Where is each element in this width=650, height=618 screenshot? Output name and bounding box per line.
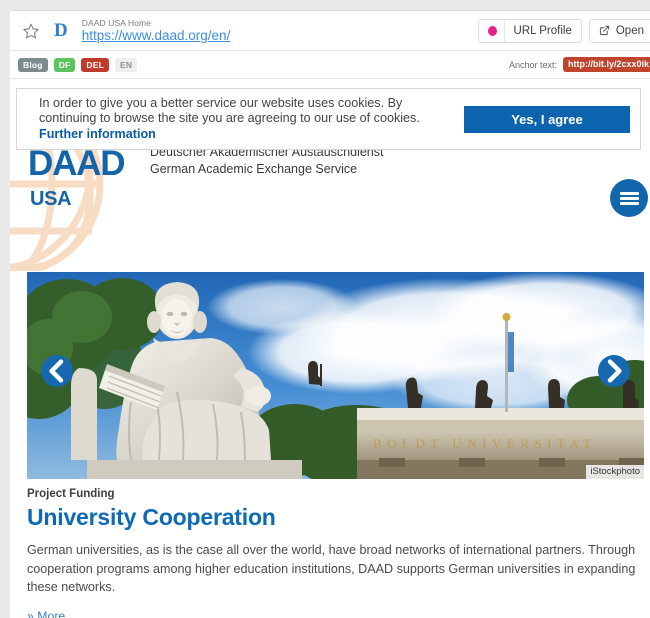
url-profile-label: URL Profile xyxy=(513,24,572,37)
profile-dot-icon xyxy=(488,25,498,36)
button-divider xyxy=(504,19,506,42)
open-button[interactable]: Open xyxy=(588,18,650,43)
top-spacer xyxy=(0,0,650,10)
hero-image: BOLDT UNIVERSITAT xyxy=(27,272,644,479)
daad-country-label: USA xyxy=(30,188,72,210)
tag-df[interactable]: DF xyxy=(53,57,76,72)
anchor-text-label: Anchor text: xyxy=(508,59,557,70)
open-label: Open xyxy=(615,24,644,37)
url-profile-button[interactable]: URL Profile xyxy=(478,18,582,43)
page-viewport: In order to give you a better service ou… xyxy=(10,79,650,618)
url-actions: URL Profile Open xyxy=(478,18,650,43)
tag-bar: Blog DF DEL EN Anchor text: http://bit.l… xyxy=(10,51,650,79)
hero-carousel: BOLDT UNIVERSITAT iStockphoto xyxy=(27,272,644,479)
tag-del[interactable]: DEL xyxy=(81,57,110,72)
external-link-icon xyxy=(599,25,610,36)
tag-en[interactable]: EN xyxy=(115,57,138,72)
cookie-message: In order to give you a better service ou… xyxy=(39,96,464,143)
anchor-text-value[interactable]: http://bit.ly/2cxx0ik xyxy=(562,57,650,72)
cookie-message-text: In order to give you a better service ou… xyxy=(39,95,420,126)
chevron-right-icon xyxy=(607,359,622,383)
cookie-accept-button[interactable]: Yes, I agree xyxy=(464,105,630,133)
article-kicker: Project Funding xyxy=(27,488,115,500)
daad-logo[interactable]: DAAD xyxy=(28,145,126,183)
image-credit: iStockphoto xyxy=(586,465,644,479)
chevron-left-icon xyxy=(49,359,64,383)
article-body: German universities, as is the case all … xyxy=(27,543,636,594)
tag-blog[interactable]: Blog xyxy=(18,57,48,72)
url-link[interactable]: https://www.daad.org/en/ xyxy=(82,28,479,44)
browser-preview-pane: D DAAD USA Home https://www.daad.org/en/… xyxy=(0,0,650,618)
hamburger-bar xyxy=(619,201,639,205)
article-headline[interactable]: University Cooperation xyxy=(27,504,647,531)
carousel-next-button[interactable] xyxy=(598,355,630,387)
hamburger-bar xyxy=(619,196,639,200)
url-bar: D DAAD USA Home https://www.daad.org/en/… xyxy=(10,10,650,51)
article-more-link[interactable]: » More xyxy=(27,609,65,618)
daad-subtitle-en: German Academic Exchange Service xyxy=(150,162,358,176)
hamburger-bar xyxy=(619,191,639,195)
page-title: DAAD USA Home xyxy=(81,17,152,28)
site-favicon: D xyxy=(54,20,68,41)
anchor-text-group: Anchor text: http://bit.ly/2cxx0ik xyxy=(509,57,650,72)
url-block: DAAD USA Home https://www.daad.org/en/ xyxy=(82,18,479,44)
star-icon[interactable] xyxy=(20,20,42,42)
cookie-further-information-link[interactable]: Further information xyxy=(39,127,156,141)
cookie-consent-banner: In order to give you a better service ou… xyxy=(16,88,641,150)
hamburger-icon[interactable] xyxy=(610,179,648,217)
article-teaser: Project Funding University Cooperation G… xyxy=(27,487,647,618)
carousel-prev-button[interactable] xyxy=(41,355,73,387)
